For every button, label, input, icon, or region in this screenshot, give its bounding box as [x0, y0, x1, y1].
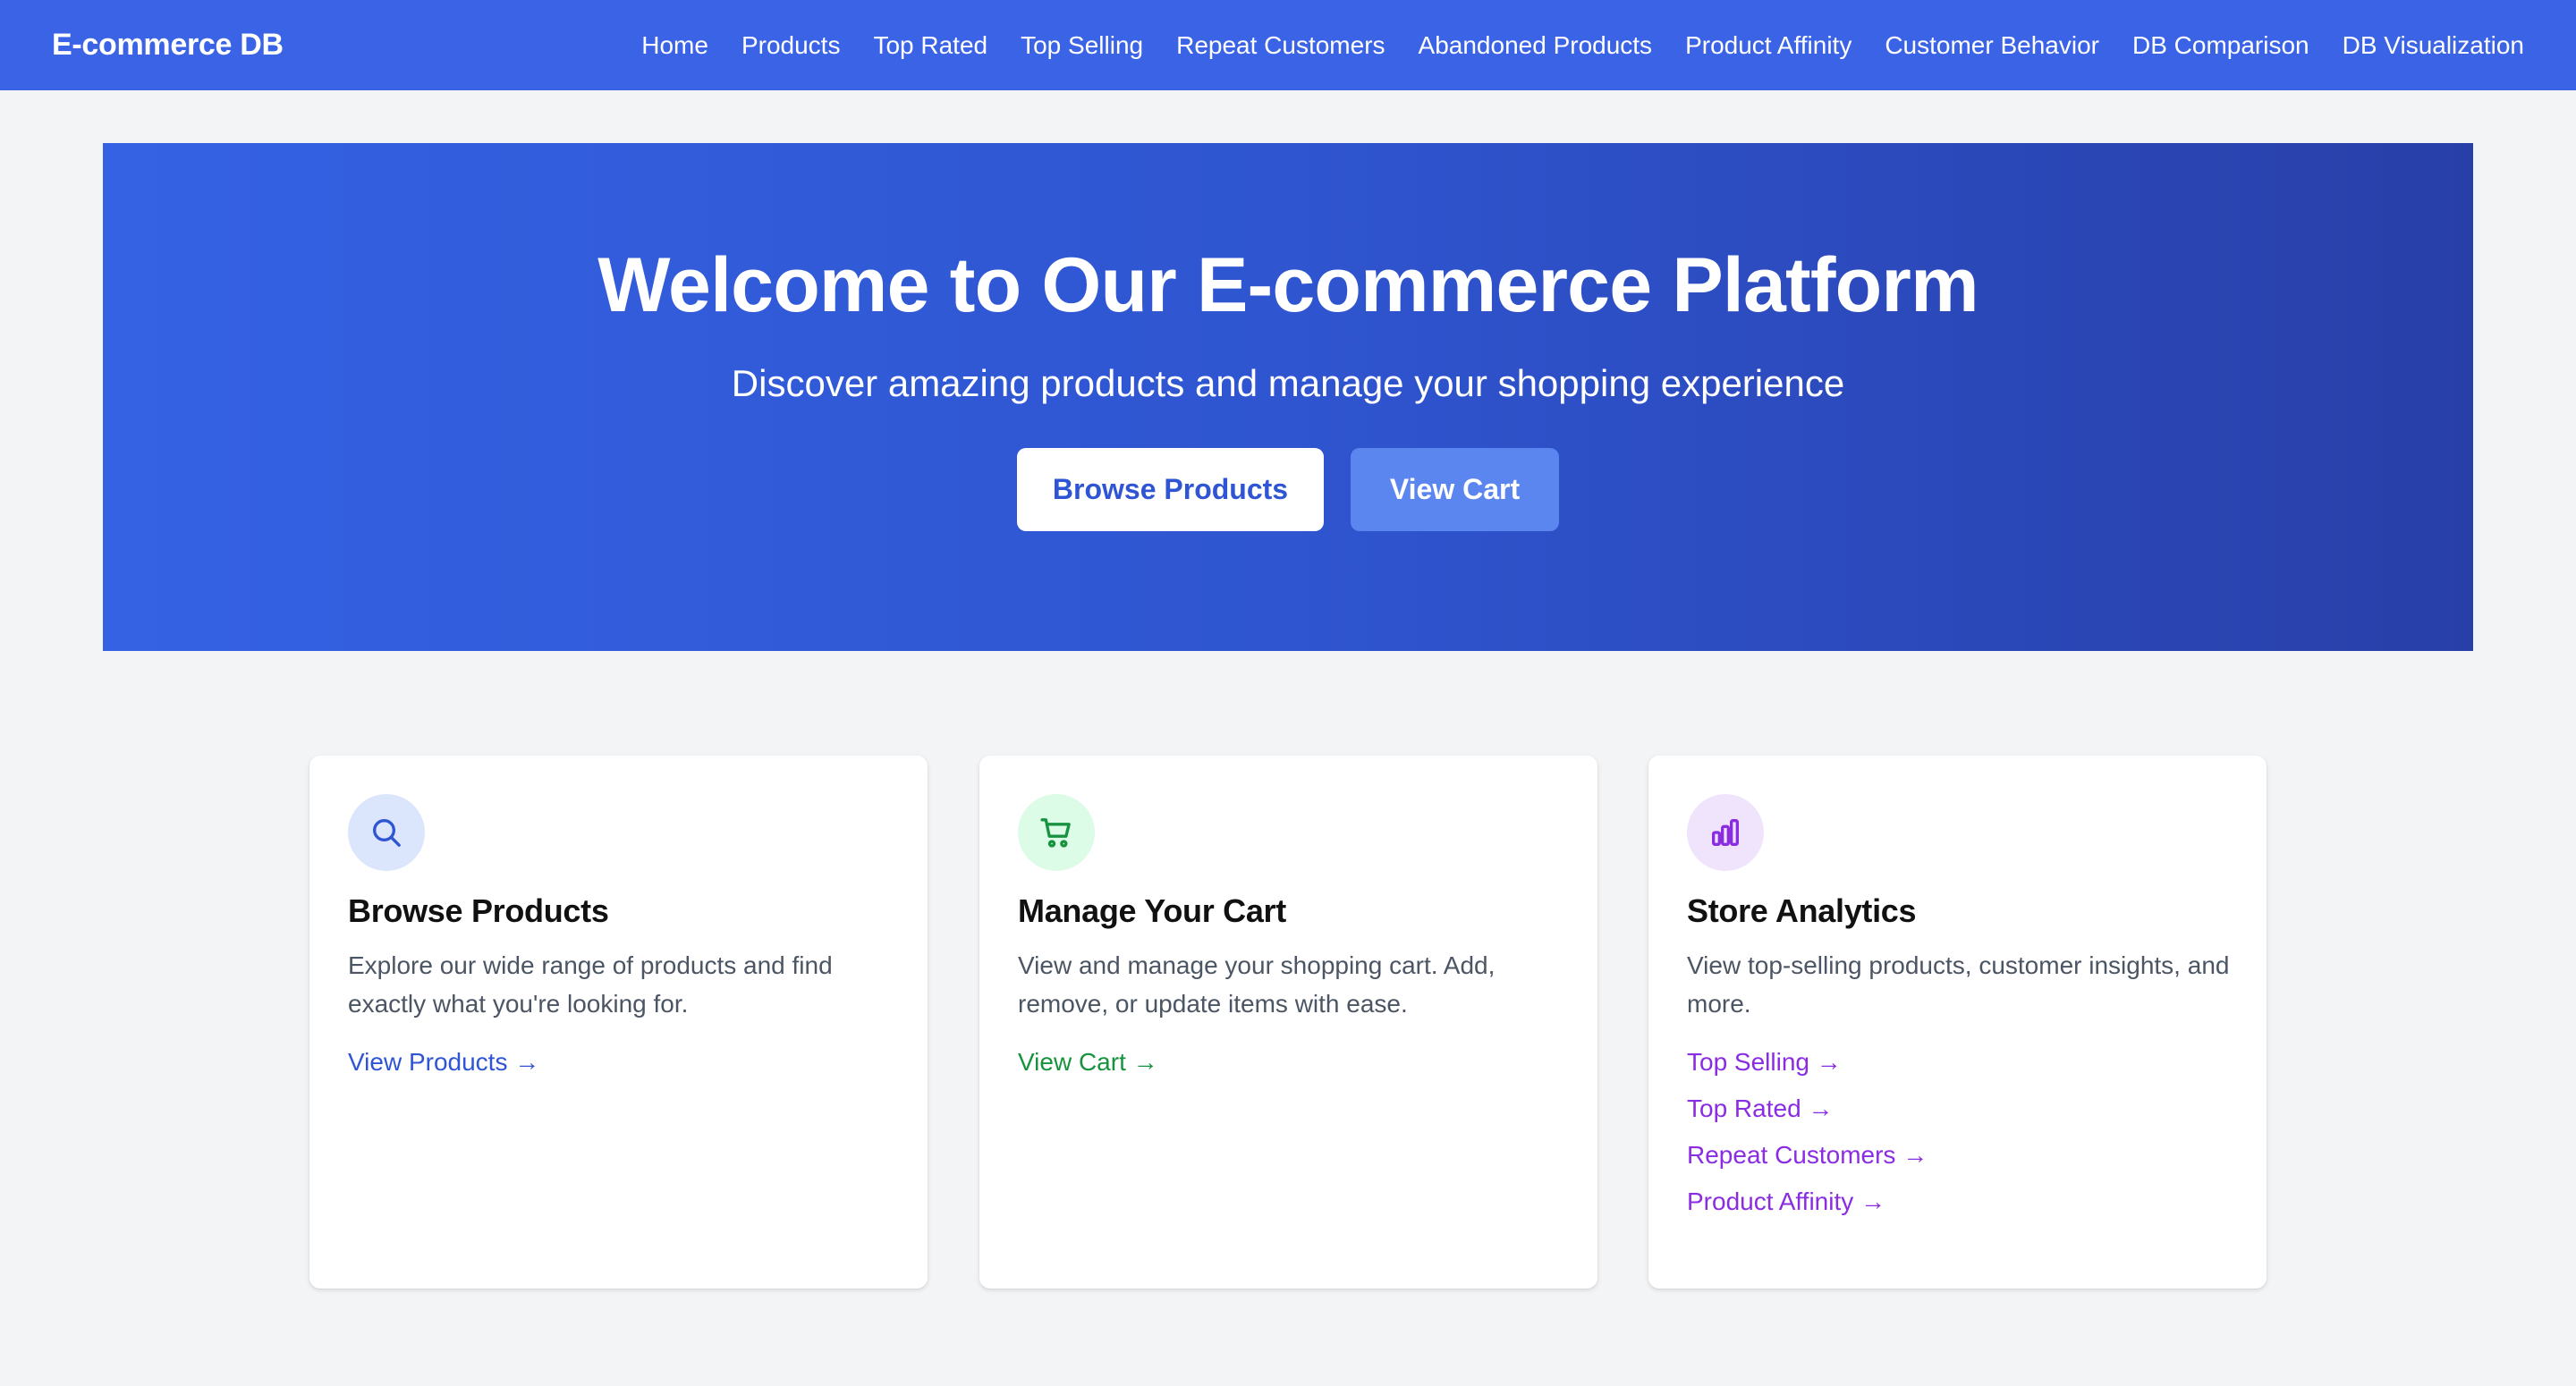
nav-link-db-visualization[interactable]: DB Visualization — [2343, 31, 2524, 60]
top-selling-link[interactable]: Top Selling → — [1687, 1048, 2228, 1077]
bar-chart-icon — [1687, 794, 1764, 871]
card-description: Explore our wide range of products and f… — [348, 951, 833, 1018]
nav-link-home[interactable]: Home — [641, 31, 708, 60]
search-icon — [348, 794, 425, 871]
hero-title: Welcome to Our E-commerce Platform — [597, 242, 1979, 328]
view-cart-link[interactable]: View Cart → — [1018, 1048, 1559, 1077]
nav-link-customer-behavior[interactable]: Customer Behavior — [1885, 31, 2099, 60]
product-affinity-link[interactable]: Product Affinity → — [1687, 1187, 2228, 1216]
view-cart-button[interactable]: View Cart — [1351, 448, 1559, 531]
cart-icon — [1018, 794, 1095, 871]
top-rated-link[interactable]: Top Rated → — [1687, 1094, 2228, 1123]
hero-buttons: Browse Products View Cart — [1017, 448, 1559, 531]
nav-links: Home Products Top Rated Top Selling Repe… — [641, 31, 2524, 60]
hero-banner: Welcome to Our E-commerce Platform Disco… — [103, 143, 2473, 651]
brand-logo[interactable]: E-commerce DB — [52, 28, 284, 63]
manage-cart-card: Manage Your Cart View and manage your sh… — [979, 756, 1597, 1289]
browse-products-button[interactable]: Browse Products — [1017, 448, 1324, 531]
repeat-customers-link[interactable]: Repeat Customers → — [1687, 1141, 2228, 1170]
browse-products-card: Browse Products Explore our wide range o… — [309, 756, 928, 1289]
card-title: Browse Products — [348, 892, 609, 929]
navbar: E-commerce DB Home Products Top Rated To… — [0, 0, 2576, 90]
card-description: View and manage your shopping cart. Add,… — [1018, 951, 1496, 1018]
card-description: View top-selling products, customer insi… — [1687, 951, 2230, 1018]
nav-link-top-rated[interactable]: Top Rated — [873, 31, 987, 60]
nav-link-repeat-customers[interactable]: Repeat Customers — [1176, 31, 1385, 60]
hero-subtitle: Discover amazing products and manage you… — [731, 362, 1845, 404]
view-products-link[interactable]: View Products → — [348, 1048, 889, 1077]
nav-link-abandoned-products[interactable]: Abandoned Products — [1419, 31, 1653, 60]
store-analytics-card: Store Analytics View top-selling product… — [1648, 756, 2267, 1289]
nav-link-top-selling[interactable]: Top Selling — [1021, 31, 1143, 60]
card-title: Store Analytics — [1687, 892, 1917, 929]
nav-link-products[interactable]: Products — [741, 31, 841, 60]
nav-link-db-comparison[interactable]: DB Comparison — [2132, 31, 2309, 60]
card-title: Manage Your Cart — [1018, 892, 1286, 929]
nav-link-product-affinity[interactable]: Product Affinity — [1685, 31, 1852, 60]
